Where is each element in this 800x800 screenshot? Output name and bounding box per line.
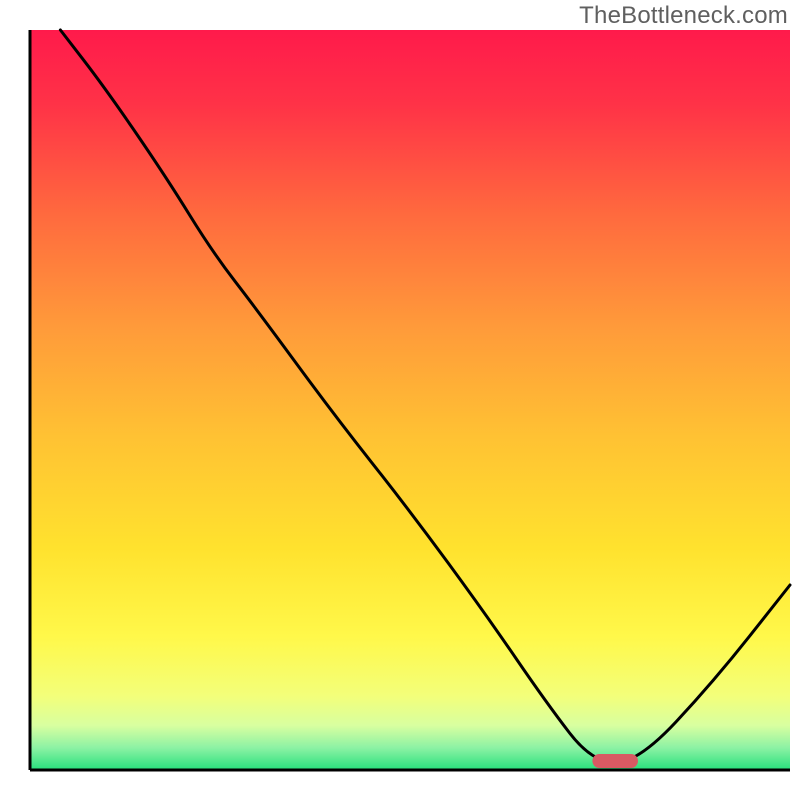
chart-background: [30, 30, 790, 770]
watermark-text: TheBottleneck.com: [579, 2, 788, 30]
bottleneck-marker: [592, 754, 638, 768]
chart-container: TheBottleneck.com: [0, 0, 800, 800]
bottleneck-chart: [0, 0, 800, 800]
